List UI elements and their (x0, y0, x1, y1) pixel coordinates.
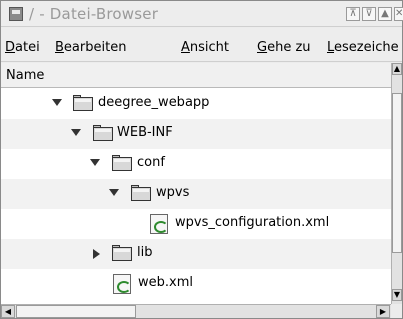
minimize-button[interactable]: ⊽ (362, 7, 376, 21)
xml-file-icon (113, 274, 131, 294)
scroll-up-arrow-icon[interactable]: ▲ (392, 63, 402, 75)
horizontal-scrollbar[interactable]: ◀ ▶ (1, 304, 391, 318)
expander-closed-icon[interactable] (93, 249, 100, 259)
menu-gehe-zu-label: ehe zu (267, 40, 311, 55)
tree-row-label: web.xml (138, 275, 193, 290)
tree-row-lib[interactable]: lib (1, 239, 391, 269)
menu-lesezeichen-label: esezeiche (334, 40, 399, 55)
tree-row-web-inf[interactable]: WEB-INF (1, 119, 391, 149)
tree-row-wpvs[interactable]: wpvs (1, 179, 391, 209)
folder-icon (131, 185, 151, 201)
folder-icon (112, 245, 132, 261)
maximize-button[interactable]: ▲ (378, 7, 392, 21)
close-button[interactable]: ✕ (394, 7, 403, 21)
tree-row-label: WEB-INF (117, 125, 173, 140)
expander-open-icon[interactable] (52, 99, 62, 106)
menu-ansicht-mnemonic: A (181, 40, 190, 55)
xml-file-icon (150, 214, 168, 234)
vertical-scroll-thumb[interactable] (392, 93, 402, 253)
scroll-down-arrow-icon[interactable]: ▼ (392, 289, 402, 301)
file-browser-window: / - Datei-Browser ⊼ ⊽ ▲ ✕ Datei Bearbeit… (0, 0, 403, 319)
tree-row-deegree-webapp[interactable]: deegree_webapp (1, 89, 391, 119)
menu-bearbeiten[interactable]: Bearbeiten (55, 40, 126, 55)
menu-gehe-zu[interactable]: Gehe zu (257, 40, 311, 55)
menu-datei-label: atei (15, 40, 40, 55)
expander-open-icon[interactable] (71, 129, 81, 136)
vertical-scrollbar[interactable]: ▲ ▼ (391, 63, 402, 304)
expander-open-icon[interactable] (109, 189, 119, 196)
menu-lesezeichen[interactable]: Lesezeiche (327, 40, 399, 55)
tree-row-label: lib (137, 245, 153, 260)
tree-row-label: conf (137, 155, 165, 170)
file-browser-icon[interactable] (9, 7, 23, 21)
menubar: Datei Bearbeiten Ansicht Gehe zu Lesezei… (1, 28, 402, 62)
folder-icon (112, 155, 132, 171)
menu-datei-mnemonic: D (5, 40, 16, 55)
tree-row-label: deegree_webapp (98, 95, 210, 110)
tree-row-conf[interactable]: conf (1, 149, 391, 179)
window-title: / - Datei-Browser (29, 5, 159, 23)
scroll-right-arrow-icon[interactable]: ▶ (376, 305, 390, 318)
folder-icon (73, 95, 93, 111)
tree-row-web-xml[interactable]: web.xml (1, 269, 391, 299)
scroll-left-arrow-icon[interactable]: ◀ (1, 305, 15, 318)
titlebar[interactable]: / - Datei-Browser ⊼ ⊽ ▲ ✕ (1, 1, 403, 27)
menu-datei[interactable]: Datei (5, 40, 40, 55)
column-header-label: Name (6, 68, 45, 83)
menu-gehe-zu-mnemonic: G (257, 40, 268, 55)
menu-lesezeichen-mnemonic: L (327, 40, 335, 55)
shade-button[interactable]: ⊼ (346, 7, 360, 21)
horizontal-scroll-thumb[interactable] (16, 305, 136, 318)
file-tree[interactable]: Name deegree_webapp WEB-INF conf wpvs wp… (1, 63, 391, 304)
expander-open-icon[interactable] (90, 159, 100, 166)
menu-ansicht[interactable]: Ansicht (181, 40, 229, 55)
column-header-name[interactable]: Name (1, 63, 391, 88)
folder-icon (93, 125, 113, 141)
tree-row-label: wpvs (156, 185, 190, 200)
tree-row-label: wpvs_configuration.xml (175, 215, 330, 230)
menu-bearbeiten-mnemonic: B (55, 40, 64, 55)
menu-ansicht-label: nsicht (189, 40, 230, 55)
tree-row-wpvs-configuration-xml[interactable]: wpvs_configuration.xml (1, 209, 391, 239)
menu-bearbeiten-label: earbeiten (63, 40, 127, 55)
